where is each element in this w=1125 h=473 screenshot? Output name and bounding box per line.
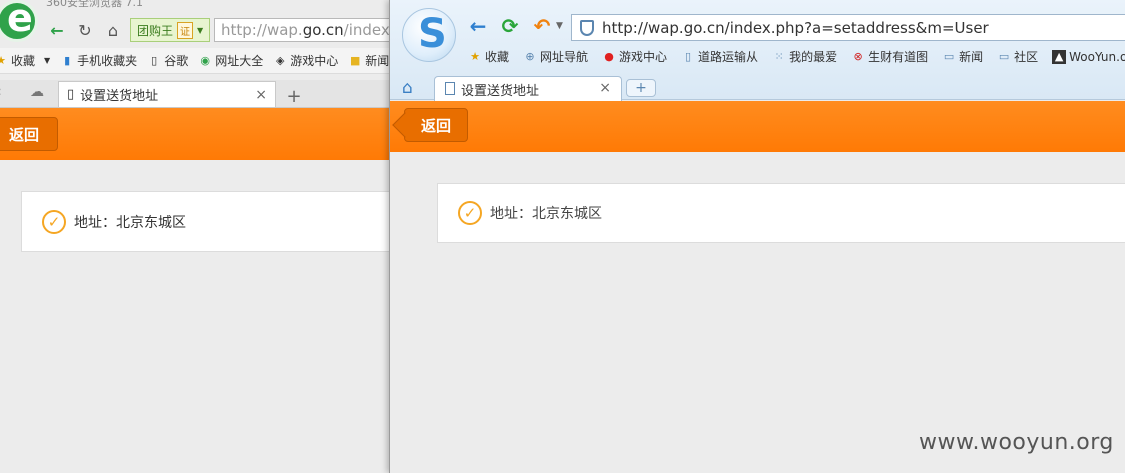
bookmark-community[interactable]: ▭ 社区 [997, 48, 1038, 65]
bookmark-google[interactable]: ▯ 谷歌 [147, 52, 188, 69]
folder-icon: ■ [350, 54, 361, 67]
back-tab-strip: ‹ ☁ ▯ 设置送货地址 × + [0, 80, 390, 108]
sogou-logo-icon [402, 8, 456, 62]
check-icon: ✓ [458, 201, 482, 225]
new-tab-button[interactable]: + [282, 85, 306, 107]
cloud-icon[interactable]: ☁ [30, 84, 44, 100]
bookmark-transport[interactable]: ▯ 道路运输从 [681, 48, 758, 65]
front-tab-set-address[interactable]: 设置送货地址 × [434, 76, 622, 101]
bookmark-sites[interactable]: ◉ 网址大全 [198, 52, 263, 69]
home-icon[interactable]: ⌂ [102, 19, 124, 41]
front-nav-bar: ← ⟳ ↶ ▼ [466, 14, 563, 38]
page-icon [445, 82, 455, 95]
group-buy-label: 团购王 [137, 23, 174, 38]
bookmark-news[interactable]: ▭ 新闻 [942, 48, 983, 65]
address-text: 地址：北京东城区 [490, 206, 602, 222]
new-tab-button[interactable]: + [626, 79, 656, 97]
wooyun-icon: ▲ [1052, 49, 1067, 64]
url-suffix: /index [343, 21, 390, 39]
address-text: 地址：北京东城区 [74, 214, 186, 231]
bookmark-nav[interactable]: ⊕ 网址导航 [523, 48, 588, 65]
bookmark-favorites[interactable]: ★ 收藏 [468, 48, 509, 65]
back-address-bar[interactable]: http://wap.go.cn/index [214, 18, 390, 42]
tab-title: 设置送货地址 [461, 83, 540, 99]
back-address-card[interactable]: ✓ 地址：北京东城区 [21, 191, 390, 252]
close-icon[interactable]: × [599, 80, 611, 96]
front-address-card[interactable]: ✓ 地址：北京东城区 [437, 183, 1125, 243]
doc-icon: ▯ [685, 50, 692, 63]
game-icon: ● [604, 50, 614, 63]
back-tab-set-address[interactable]: ▯ 设置送货地址 × [58, 81, 276, 107]
refresh-icon[interactable]: ↻ [74, 19, 96, 41]
doc-icon: ▯ [151, 54, 158, 67]
screenshot-stage: 360安全浏览器 7.1 ← ↻ ⌂ 团购王 证 ▼ http://wap.go… [0, 0, 1125, 473]
star-icon: ★ [470, 50, 480, 63]
url-prefix: http://wap. [221, 21, 303, 39]
bookmark-games[interactable]: ◈ 游戏中心 [273, 52, 338, 69]
phone-icon: ▮ [64, 54, 71, 67]
home-icon[interactable]: ⌂ [402, 78, 413, 98]
back-browser-window: 360安全浏览器 7.1 ← ↻ ⌂ 团购王 证 ▼ http://wap.go… [0, 0, 390, 473]
front-page-header [390, 101, 1125, 152]
chevron-down-icon: ▼ [44, 56, 51, 65]
front-browser-window: ← ⟳ ↶ ▼ http://wap.go.cn/index.php?a=set… [389, 0, 1125, 473]
bookmark-news[interactable]: ■ 新闻 [348, 52, 389, 69]
back-page-header [0, 108, 390, 160]
bookmark-my-favorites[interactable]: ⁙ 我的最爱 [772, 48, 837, 65]
tab-title: 设置送货地址 [80, 89, 159, 104]
front-address-bar[interactable]: http://wap.go.cn/index.php?a=setaddress&… [571, 14, 1125, 41]
close-icon[interactable]: × [255, 87, 267, 103]
grid-icon: ⁙ [774, 50, 784, 63]
page-icon: ▯ [67, 87, 75, 102]
browser-360-logo-icon [0, 0, 38, 42]
refresh-icon[interactable]: ⟳ [498, 14, 522, 38]
chevron-left-icon[interactable]: ‹ [0, 84, 2, 100]
undo-icon[interactable]: ↶ [530, 14, 554, 38]
star-icon: ★ [0, 54, 6, 67]
back-arrow-icon[interactable]: ← [46, 19, 68, 41]
folder-icon: ▭ [998, 50, 1010, 63]
back-bookmarks-bar: ★ 收藏 ▼ ▮ 手机收藏夹 ▯ 谷歌 ◉ 网址大全 ◈ 游戏中心 ■ 新闻 [0, 48, 390, 74]
watermark: www.wooyun.org [919, 430, 1114, 455]
url-domain: go.cn [302, 21, 344, 39]
bookmark-wooyun[interactable]: ▲ WooYun.o [1052, 48, 1125, 65]
front-tab-strip: ⌂ 设置送货地址 × + [390, 74, 1125, 101]
url-text: http://wap.go.cn/index.php?a=setaddress&… [602, 18, 989, 37]
bookmark-games[interactable]: ● 游戏中心 [602, 48, 667, 65]
chevron-down-icon: ▼ [197, 25, 204, 35]
back-window-title: 360安全浏览器 7.1 [46, 0, 143, 9]
back-arrow-icon[interactable]: ← [466, 14, 490, 38]
globe-icon: ⊕ [525, 50, 535, 63]
chevron-down-icon[interactable]: ▼ [556, 21, 563, 31]
money-icon: ⊗ [853, 50, 863, 63]
bookmark-mobile[interactable]: ▮ 手机收藏夹 [60, 52, 137, 69]
cert-badge: 证 [177, 21, 194, 39]
check-icon: ✓ [42, 209, 66, 234]
sites-icon: ◉ [200, 54, 210, 67]
bookmark-favorites[interactable]: ★ 收藏 ▼ [0, 52, 50, 69]
shield-icon [580, 19, 594, 36]
group-buy-button[interactable]: 团购王 证 ▼ [130, 18, 211, 42]
front-bookmarks-bar: ★ 收藏 ⊕ 网址导航 ● 游戏中心 ▯ 道路运输从 ⁙ 我的最爱 ⊗ 生财有道图 ▭ 新闻 … [468, 48, 1125, 65]
front-page-back-button[interactable]: 返回 [404, 108, 468, 142]
folder-icon: ▭ [943, 50, 955, 63]
bookmark-money[interactable]: ⊗ 生财有道图 [851, 48, 928, 65]
back-page-back-button[interactable]: 返回 [0, 117, 58, 151]
back-nav-bar: ← ↻ ⌂ 团购王 证 ▼ [46, 16, 211, 44]
front-browser-chrome: ← ⟳ ↶ ▼ http://wap.go.cn/index.php?a=set… [390, 0, 1125, 101]
gamepad-icon: ◈ [275, 54, 285, 67]
